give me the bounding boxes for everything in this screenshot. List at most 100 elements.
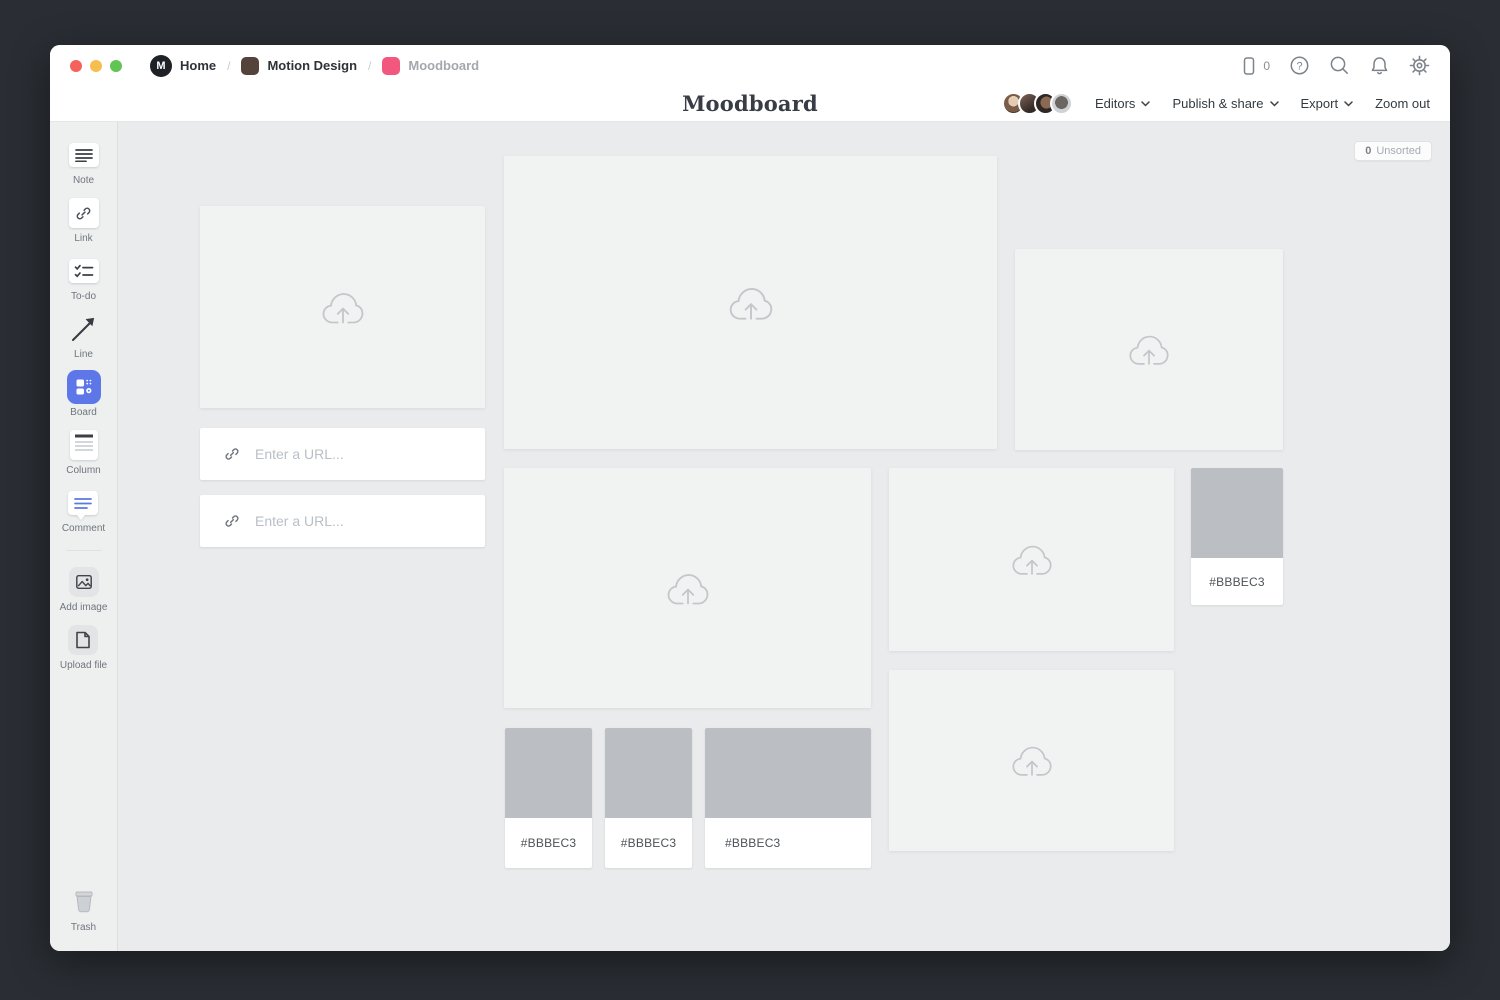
avatar xyxy=(1050,92,1073,115)
upload-placeholder[interactable] xyxy=(1015,249,1283,450)
search-icon xyxy=(1329,55,1350,76)
tool-add-image-label: Add image xyxy=(60,602,108,613)
tool-upload-file[interactable]: Upload file xyxy=(60,623,107,671)
moodboard-board-icon xyxy=(382,57,400,75)
breadcrumb-project[interactable]: Motion Design xyxy=(241,57,357,75)
notifications-button[interactable] xyxy=(1369,55,1390,76)
tool-line[interactable]: Line xyxy=(70,312,98,360)
swatch-hex-label: #BBBEC3 xyxy=(505,818,592,868)
unsorted-badge[interactable]: 0 Unsorted xyxy=(1354,141,1432,161)
export-button[interactable]: Export xyxy=(1301,96,1354,111)
header-title-row: Moodboard Editors Publish & share xyxy=(50,86,1450,121)
breadcrumb-current[interactable]: Moodboard xyxy=(382,57,479,75)
arrow-line-icon xyxy=(70,315,98,343)
upload-cloud-icon xyxy=(1009,542,1055,577)
link-icon xyxy=(224,513,240,529)
zoom-out-button[interactable]: Zoom out xyxy=(1375,96,1430,111)
breadcrumb-separator: / xyxy=(368,59,371,73)
device-count: 0 xyxy=(1263,59,1270,73)
image-icon xyxy=(75,573,93,591)
color-swatch xyxy=(505,728,592,818)
upload-cloud-icon xyxy=(1126,332,1172,367)
board-tile-icon xyxy=(67,370,101,404)
board-canvas[interactable]: 0 Unsorted xyxy=(118,122,1450,951)
search-button[interactable] xyxy=(1329,55,1350,76)
chevron-down-icon xyxy=(1270,101,1279,107)
close-window-button[interactable] xyxy=(70,60,82,72)
upload-placeholder[interactable] xyxy=(504,156,997,449)
upload-cloud-icon xyxy=(664,570,712,607)
link-icon xyxy=(224,446,240,462)
editors-menu-button[interactable]: Editors xyxy=(1095,96,1150,111)
url-card[interactable] xyxy=(200,495,485,547)
app-window: M Home / Motion Design / Moodboard xyxy=(50,45,1450,951)
upload-placeholder[interactable] xyxy=(889,670,1174,851)
settings-button[interactable] xyxy=(1409,55,1430,76)
zoom-out-label: Zoom out xyxy=(1375,96,1430,111)
tool-column[interactable]: Column xyxy=(66,428,100,476)
breadcrumb-home-label: Home xyxy=(180,58,216,73)
color-swatch-card[interactable]: #BBBEC3 xyxy=(605,728,692,868)
app-body: Note Link xyxy=(50,122,1450,951)
color-swatch xyxy=(705,728,871,818)
upload-placeholder[interactable] xyxy=(889,468,1174,651)
tool-link[interactable]: Link xyxy=(69,196,99,244)
tool-todo-label: To-do xyxy=(71,291,96,302)
breadcrumb: M Home / Motion Design / Moodboard xyxy=(150,55,479,77)
editor-avatars[interactable] xyxy=(1002,92,1073,115)
tool-comment[interactable]: Comment xyxy=(62,486,105,534)
window-controls xyxy=(70,60,122,72)
file-icon xyxy=(75,631,91,649)
color-swatch-card[interactable]: #BBBEC3 xyxy=(505,728,592,868)
toolbar-divider xyxy=(66,550,102,551)
editors-label: Editors xyxy=(1095,96,1135,111)
publish-share-label: Publish & share xyxy=(1172,96,1263,111)
tool-line-label: Line xyxy=(74,349,93,360)
phone-icon xyxy=(1239,56,1259,76)
tool-board-selected[interactable]: Board xyxy=(67,370,101,418)
help-button[interactable]: ? xyxy=(1289,55,1310,76)
tool-todo[interactable]: To-do xyxy=(69,254,99,302)
column-icon xyxy=(74,434,94,456)
milanote-logo-icon: M xyxy=(150,55,172,77)
header-actions: Editors Publish & share Export Zoom out xyxy=(1002,92,1450,115)
header-top-row: M Home / Motion Design / Moodboard xyxy=(50,45,1450,86)
swatch-hex-label: #BBBEC3 xyxy=(605,818,692,868)
tool-note-label: Note xyxy=(73,175,94,186)
tool-link-label: Link xyxy=(74,233,92,244)
unsorted-label: Unsorted xyxy=(1376,145,1421,157)
url-card[interactable] xyxy=(200,428,485,480)
color-swatch-card[interactable]: #BBBEC3 xyxy=(705,728,871,868)
color-swatch xyxy=(1191,468,1283,558)
breadcrumb-home[interactable]: M Home xyxy=(150,55,216,77)
tool-board-label: Board xyxy=(70,407,97,418)
trash-label: Trash xyxy=(71,922,96,933)
device-preview-button[interactable]: 0 xyxy=(1239,56,1270,76)
tool-sidebar: Note Link xyxy=(50,122,118,951)
tool-note[interactable]: Note xyxy=(69,138,99,186)
color-swatch-card[interactable]: #BBBEC3 xyxy=(1191,468,1283,605)
breadcrumb-current-label: Moodboard xyxy=(408,58,479,73)
upload-placeholder[interactable] xyxy=(200,206,485,408)
tool-upload-file-label: Upload file xyxy=(60,660,107,671)
tool-add-image[interactable]: Add image xyxy=(60,565,108,613)
breadcrumb-project-label: Motion Design xyxy=(267,58,357,73)
url-input[interactable] xyxy=(255,513,471,529)
publish-share-button[interactable]: Publish & share xyxy=(1172,96,1278,111)
tool-comment-label: Comment xyxy=(62,523,105,534)
tool-column-label: Column xyxy=(66,465,100,476)
upload-cloud-icon xyxy=(1009,743,1055,778)
trash-dropzone[interactable]: Trash xyxy=(69,885,99,933)
header: M Home / Motion Design / Moodboard xyxy=(50,45,1450,122)
question-circle-icon: ? xyxy=(1289,55,1310,76)
maximize-window-button[interactable] xyxy=(110,60,122,72)
swatch-hex-label: #BBBEC3 xyxy=(1191,558,1283,605)
unsorted-count: 0 xyxy=(1365,145,1371,157)
minimize-window-button[interactable] xyxy=(90,60,102,72)
url-input[interactable] xyxy=(255,446,471,462)
board-icon xyxy=(75,378,93,396)
top-icon-group: 0 ? xyxy=(1239,55,1430,76)
color-swatch xyxy=(605,728,692,818)
upload-placeholder[interactable] xyxy=(504,468,871,708)
breadcrumb-separator: / xyxy=(227,59,230,73)
